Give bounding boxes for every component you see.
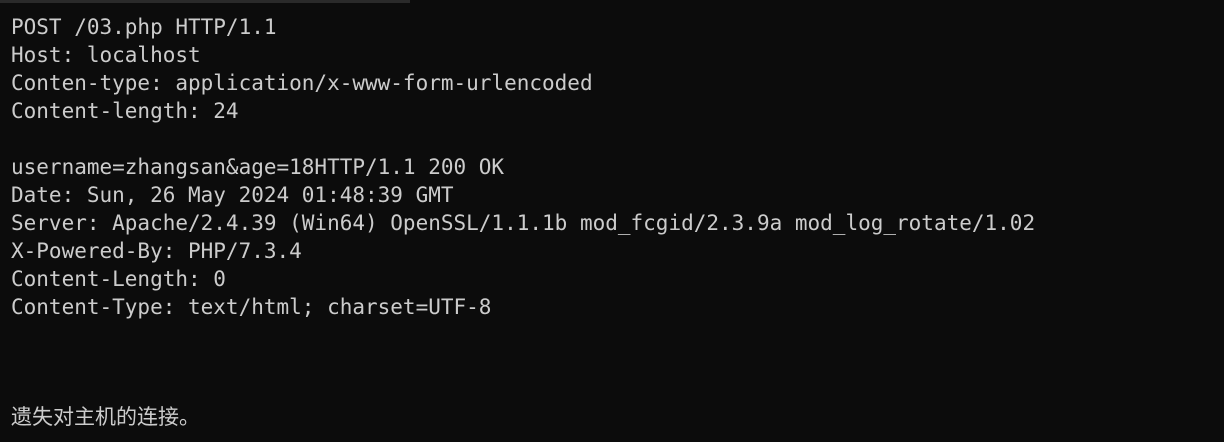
request-line: POST /03.php HTTP/1.1 bbox=[11, 15, 277, 39]
content-type-header: Conten-type: application/x-www-form-urle… bbox=[11, 71, 593, 95]
terminal-output: POST /03.php HTTP/1.1 Host: localhost Cont… bbox=[11, 13, 1035, 321]
powered-by-header: X-Powered-By: PHP/7.3.4 bbox=[11, 239, 302, 263]
response-content-length-header: Content-Length: 0 bbox=[11, 267, 226, 291]
body-and-status-line: username=zhangsan&age=18HTTP/1.1 200 OK bbox=[11, 155, 505, 179]
server-header: Server: Apache/2.4.39 (Win64) OpenSSL/1.… bbox=[11, 211, 1036, 235]
connection-lost-message: 遗失对主机的连接。 bbox=[11, 405, 200, 429]
date-header: Date: Sun, 26 May 2024 01:48:39 GMT bbox=[11, 183, 454, 207]
scroll-indicator bbox=[0, 0, 410, 3]
response-content-type-header: Content-Type: text/html; charset=UTF-8 bbox=[11, 295, 492, 319]
content-length-header: Content-length: 24 bbox=[11, 99, 239, 123]
host-header: Host: localhost bbox=[11, 43, 201, 67]
terminal-window[interactable]: POST /03.php HTTP/1.1 Host: localhost Cont… bbox=[0, 0, 1224, 442]
